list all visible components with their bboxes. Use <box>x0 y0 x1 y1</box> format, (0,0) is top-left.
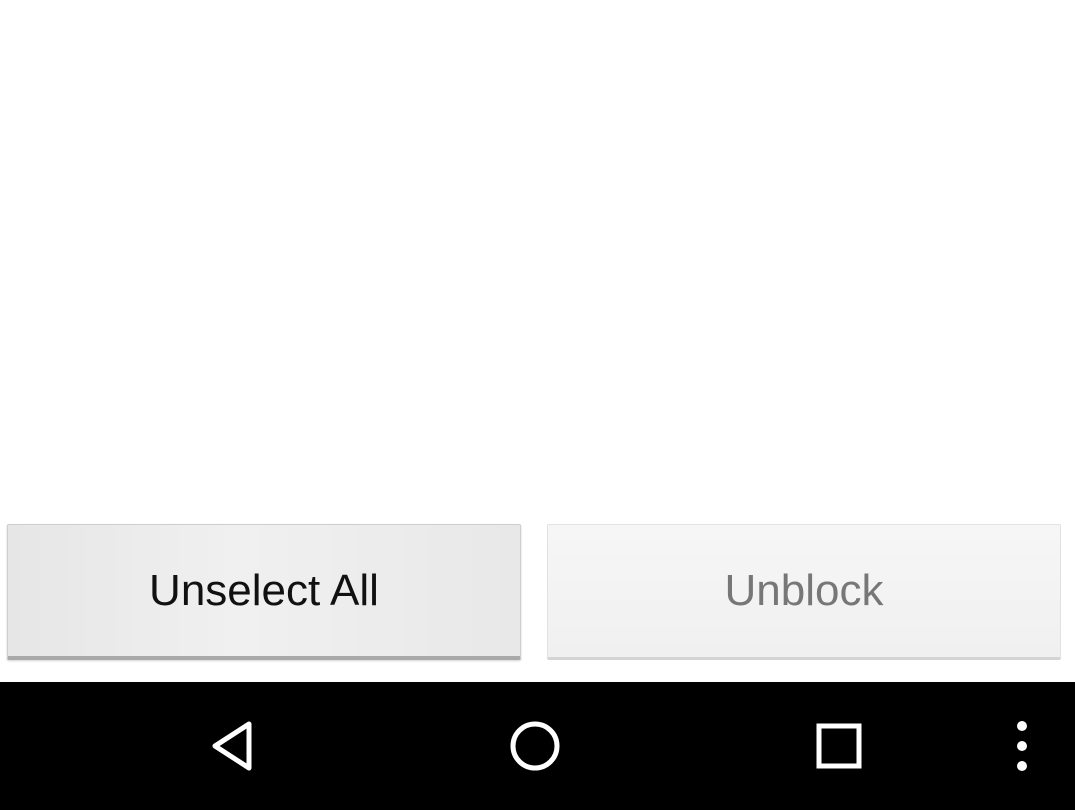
unblock-button[interactable]: Unblock <box>547 524 1061 660</box>
system-navigation-bar <box>0 682 1075 810</box>
recents-icon[interactable] <box>811 718 867 774</box>
unselect-all-button[interactable]: Unselect All <box>7 524 521 660</box>
screen: Unselect All Unblock <box>0 0 1075 810</box>
overflow-menu-icon[interactable] <box>1004 718 1040 774</box>
button-bar: Unselect All Unblock <box>0 510 1075 682</box>
back-icon[interactable] <box>205 718 261 774</box>
home-icon[interactable] <box>507 718 563 774</box>
empty-list-area <box>0 0 1075 510</box>
